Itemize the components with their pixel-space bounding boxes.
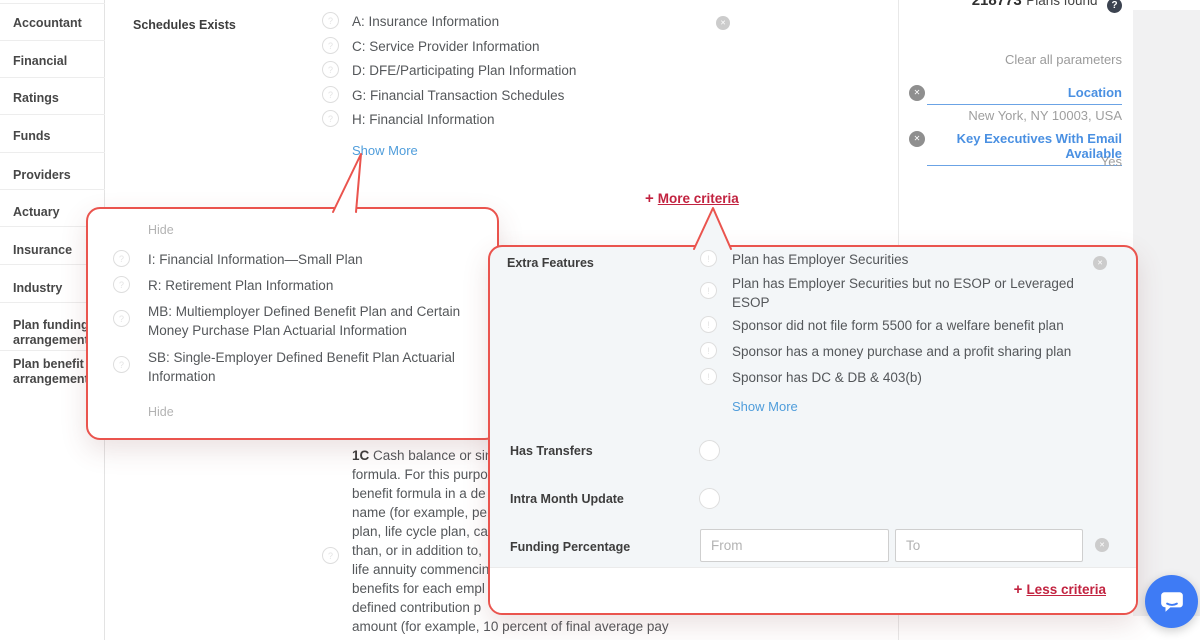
intra-month-update-radio[interactable] — [699, 488, 720, 509]
schedule-option-i[interactable]: I: Financial Information—Small Plan — [148, 250, 363, 269]
plus-icon: + — [1014, 581, 1023, 598]
has-transfers-radio[interactable] — [699, 440, 720, 461]
radio-help-icon[interactable]: ? — [113, 310, 130, 327]
schedule-option-sb[interactable]: SB: Single-Employer Defined Benefit Plan… — [148, 348, 455, 386]
key-executives-filter-value: Yes — [1101, 154, 1122, 169]
sidebar-item-ratings[interactable]: Ratings — [13, 91, 101, 106]
extra-option-money-purchase-profit-sharing[interactable]: Sponsor has a money purchase and a profi… — [732, 342, 1071, 361]
schedules-exists-label: Schedules Exists — [133, 18, 236, 32]
sidebar-item-financial[interactable]: Financial — [13, 54, 101, 69]
radio-info-icon[interactable]: ! — [700, 368, 717, 385]
schedule-option-mb[interactable]: MB: Multiemployer Defined Benefit Plan a… — [148, 302, 460, 340]
radio-info-icon[interactable]: ! — [700, 316, 717, 333]
schedule-option-a[interactable]: ? A: Insurance Information — [322, 12, 499, 31]
clear-schedules-icon[interactable]: ✕ — [716, 16, 730, 30]
extra-option-no-5500-welfare[interactable]: Sponsor did not file form 5500 for a wel… — [732, 316, 1064, 335]
sidebar-item-providers[interactable]: Providers — [13, 168, 101, 183]
location-filter-value: New York, NY 10003, USA — [968, 108, 1122, 123]
extra-option-no-esop[interactable]: Plan has Employer Securities but no ESOP… — [732, 274, 1074, 312]
extra-option-employer-securities[interactable]: Plan has Employer Securities — [732, 250, 908, 269]
schedules-more-options-popup: Hide ? I: Financial Information—Small Pl… — [86, 207, 499, 440]
radio-help-icon[interactable]: ? — [113, 276, 130, 293]
funding-from-input[interactable] — [700, 529, 889, 562]
clear-funding-percentage-icon[interactable]: ✕ — [1095, 538, 1109, 552]
has-transfers-label: Has Transfers — [510, 444, 593, 458]
remove-key-exec-filter-icon[interactable]: ✕ — [909, 131, 925, 147]
radio-help-icon[interactable]: ? — [322, 37, 339, 54]
radio-help-icon[interactable]: ? — [322, 547, 339, 564]
extra-features-label: Extra Features — [507, 256, 594, 270]
radio-help-icon[interactable]: ? — [322, 110, 339, 127]
chat-icon — [1159, 589, 1185, 615]
chat-launcher-button[interactable] — [1145, 575, 1198, 628]
sidebar-item-funds[interactable]: Funds — [13, 129, 101, 144]
radio-help-icon[interactable]: ? — [322, 12, 339, 29]
funding-percentage-label: Funding Percentage — [510, 540, 630, 554]
schedule-option-d[interactable]: ? D: DFE/Participating Plan Information — [322, 61, 576, 80]
remove-location-filter-icon[interactable]: ✕ — [909, 85, 925, 101]
radio-help-icon[interactable]: ? — [113, 250, 130, 267]
extra-option-dc-db-403b[interactable]: Sponsor has DC & DB & 403(b) — [732, 368, 922, 387]
extra-features-show-more-link[interactable]: Show More — [732, 399, 798, 414]
clear-extra-features-icon[interactable]: ✕ — [1093, 256, 1107, 270]
schedule-option-c[interactable]: ? C: Service Provider Information — [322, 37, 540, 56]
radio-info-icon[interactable]: ! — [700, 250, 717, 267]
radio-help-icon[interactable]: ? — [322, 61, 339, 78]
hide-link-top[interactable]: Hide — [148, 223, 174, 237]
radio-help-icon[interactable]: ? — [322, 86, 339, 103]
schedule-option-g[interactable]: ? G: Financial Transaction Schedules — [322, 86, 564, 105]
plus-icon: + — [645, 190, 654, 207]
results-count: 218773 Plans found ? — [972, 0, 1122, 13]
less-criteria-link[interactable]: +Less criteria — [1014, 581, 1106, 598]
radio-help-icon[interactable]: ? — [113, 356, 130, 373]
more-criteria-link[interactable]: +More criteria — [645, 190, 739, 207]
radio-info-icon[interactable]: ! — [700, 282, 717, 299]
results-list-background — [1133, 10, 1200, 616]
radio-info-icon[interactable]: ! — [700, 342, 717, 359]
more-criteria-popup: Extra Features ✕ ! Plan has Employer Sec… — [488, 245, 1138, 615]
funding-to-input[interactable] — [895, 529, 1083, 562]
sidebar-item-accountant[interactable]: Accountant — [13, 16, 101, 31]
hide-link-bottom[interactable]: Hide — [148, 405, 174, 419]
location-filter-link[interactable]: Location — [927, 85, 1122, 105]
clear-all-parameters-link[interactable]: Clear all parameters — [1005, 52, 1122, 67]
results-help-icon[interactable]: ? — [1107, 0, 1122, 13]
schedule-option-h[interactable]: ? H: Financial Information — [322, 110, 495, 129]
schedule-option-r[interactable]: R: Retirement Plan Information — [148, 276, 333, 295]
intra-month-update-label: Intra Month Update — [510, 492, 624, 506]
popup-footer: +Less criteria — [490, 567, 1136, 613]
schedules-show-more-link[interactable]: Show More — [352, 143, 418, 158]
key-executives-filter-link[interactable]: Key Executives With Email Available — [927, 131, 1122, 166]
